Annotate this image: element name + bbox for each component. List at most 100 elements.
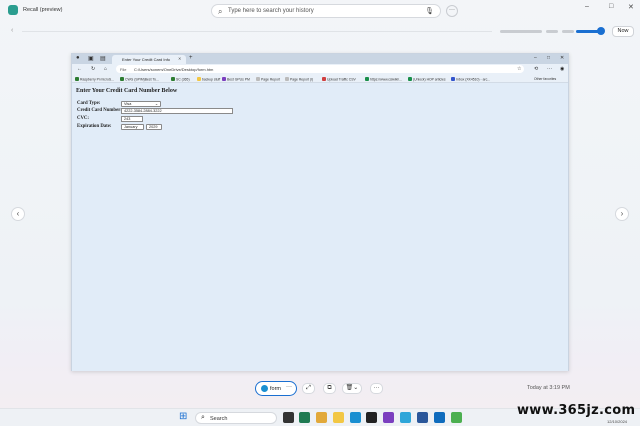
bookmark-favicon-icon	[75, 77, 79, 81]
bookmark-favicon-icon	[451, 77, 455, 81]
timeline-back-button[interactable]: ‹	[11, 27, 13, 34]
form-heading: Enter Your Credit Card Number Below	[76, 88, 178, 94]
edge-browser-icon	[261, 385, 268, 392]
bookmark-item[interactable]: Inbox (XK4510) - arc...	[451, 77, 490, 82]
bookmark-item[interactable]: Page Report (I)	[285, 77, 313, 82]
bookmark-label: Upload Traffic CSV	[327, 77, 356, 82]
bookmark-label: (Unlock) HOP articles	[413, 77, 446, 82]
card-type-select[interactable]: Visa ⌄	[121, 101, 161, 107]
bookmark-label: Page Report (I)	[290, 77, 314, 82]
snapshot-preview[interactable]: ● ▣ ▤ Enter Your Credit Card Info ✕ + – …	[71, 53, 569, 371]
browser-minimize-button[interactable]: –	[534, 55, 537, 61]
browser-close-button[interactable]: ✕	[560, 55, 564, 61]
timeline-segment[interactable]	[546, 30, 558, 33]
edge-taskbar-icon[interactable]	[350, 412, 361, 423]
word-icon[interactable]	[417, 412, 428, 423]
timeline-slider-handle[interactable]	[597, 27, 605, 35]
watermark-text: www.365jz.com	[517, 403, 636, 418]
close-button[interactable]: ✕	[628, 3, 634, 11]
bookmark-item[interactable]: Raspberry Pi microS...	[75, 77, 114, 82]
app-icon[interactable]	[383, 412, 394, 423]
bookmark-label: SC (365)	[176, 77, 190, 82]
search-placeholder: Type here to search your history	[228, 8, 314, 14]
delete-button[interactable]: 🗑⌄	[342, 383, 362, 394]
timeline-track[interactable]	[22, 31, 492, 32]
bookmark-favicon-icon	[285, 77, 289, 81]
snapshot-app-pill[interactable]: form ···	[255, 381, 297, 396]
previous-snapshot-button[interactable]: ‹	[11, 207, 25, 221]
expiration-month-select[interactable]: January	[121, 124, 144, 130]
file-explorer-icon[interactable]	[333, 412, 344, 423]
photos-icon[interactable]	[400, 412, 411, 423]
cvc-input[interactable]: 243	[121, 116, 143, 122]
refresh-icon[interactable]: ↻	[91, 66, 95, 72]
search-icon: ⌕	[218, 7, 223, 16]
copilot-app-icon[interactable]	[299, 412, 310, 423]
address-bar[interactable]: File C:/Users/sonem/OneDrive/Desktop/for…	[116, 65, 524, 73]
widgets-icon[interactable]	[316, 412, 327, 423]
bookmark-favicon-icon	[222, 77, 226, 81]
bookmark-item[interactable]: Best GPUs PM	[222, 77, 250, 82]
copy-button[interactable]: ⧉	[323, 383, 336, 394]
extensions-icon[interactable]: ⟲	[534, 66, 538, 72]
other-favorites-folder[interactable]: Other favorites	[534, 77, 556, 81]
bookmark-favicon-icon	[171, 77, 175, 81]
bookmark-item[interactable]: backup stuff	[197, 77, 220, 82]
copilot-icon[interactable]: ◉	[560, 66, 564, 72]
back-icon[interactable]: ←	[77, 66, 82, 72]
browser-tab[interactable]: Enter Your Credit Card Info	[112, 55, 186, 64]
card-type-label: Card Type:	[77, 101, 101, 106]
app-title: Recall (preview)	[23, 7, 63, 13]
bookmark-label: https://www.csiwiki/...	[370, 77, 402, 82]
timeline-segment[interactable]	[500, 30, 542, 33]
store-icon[interactable]	[366, 412, 377, 423]
outlook-icon[interactable]	[434, 412, 445, 423]
maximize-button[interactable]: □	[609, 3, 613, 10]
bookmark-label: Page Report	[261, 77, 281, 82]
microphone-icon[interactable]: 🎙	[425, 7, 434, 15]
bookmark-item[interactable]: Upload Traffic CSV	[322, 77, 356, 82]
home-icon[interactable]: ⌂	[104, 66, 107, 72]
bookmark-item[interactable]: SC (365)	[171, 77, 190, 82]
taskbar-search[interactable]: ⌕ Search	[195, 412, 277, 424]
settings-more-icon[interactable]: ···	[547, 66, 552, 72]
start-windows-icon[interactable]: ⊞	[179, 412, 187, 422]
cvc-label: CVC:	[77, 116, 89, 121]
tab-close-icon[interactable]: ✕	[178, 56, 181, 61]
bookmark-favicon-icon	[197, 77, 201, 81]
pill-more-icon[interactable]: ···	[286, 384, 292, 390]
bookmark-item[interactable]: https://www.csiwiki/...	[365, 77, 402, 82]
bookmark-item[interactable]: CWG (SPIM)Best To...	[120, 77, 159, 82]
card-number-input[interactable]: 4222-3584-2884-3222	[121, 108, 233, 114]
bookmark-label: CWG (SPIM)Best To...	[125, 77, 159, 82]
favorite-star-icon[interactable]: ☆	[517, 66, 521, 72]
search-icon: ⌕	[201, 414, 205, 421]
workspaces-icon[interactable]: ▣	[88, 55, 94, 62]
more-icon: ···	[373, 385, 380, 391]
expiration-month-value: January	[124, 125, 138, 129]
address-url: C:/Users/sonem/OneDrive/Desktop/form.htm	[134, 66, 214, 72]
now-button[interactable]: Now	[612, 26, 634, 37]
open-snapshot-button[interactable]: ⤢	[302, 383, 315, 394]
profile-icon[interactable]: ●	[76, 55, 80, 61]
recall-search-box[interactable]: ⌕ Type here to search your history 🎙	[211, 4, 441, 18]
tab-actions-icon[interactable]: ▤	[100, 55, 106, 62]
taskview-icon[interactable]	[283, 412, 294, 423]
next-snapshot-button[interactable]: ›	[615, 207, 629, 221]
bookmark-item[interactable]: (Unlock) HOP articles	[408, 77, 446, 82]
taskbar-date: 12/10/2024	[607, 419, 628, 424]
more-actions-button[interactable]: ···	[370, 383, 383, 394]
bookmarks-bar: Raspberry Pi microS... CWG (SPIM)Best To.…	[72, 75, 568, 83]
timeline-segment[interactable]	[562, 30, 574, 33]
more-options-button[interactable]: ···	[446, 5, 458, 17]
notepad-icon[interactable]	[451, 412, 462, 423]
copy-icon: ⧉	[327, 385, 332, 391]
minimize-button[interactable]: –	[585, 3, 589, 10]
expiration-year-select[interactable]: 2029	[146, 124, 162, 130]
new-tab-button[interactable]: +	[189, 55, 193, 61]
snapshot-app-label: form	[270, 385, 281, 392]
bookmark-item[interactable]: Page Report	[256, 77, 280, 82]
bookmark-favicon-icon	[408, 77, 412, 81]
browser-maximize-button[interactable]: □	[547, 55, 550, 61]
bookmark-label: Inbox (XK4510) - arc...	[456, 77, 491, 82]
